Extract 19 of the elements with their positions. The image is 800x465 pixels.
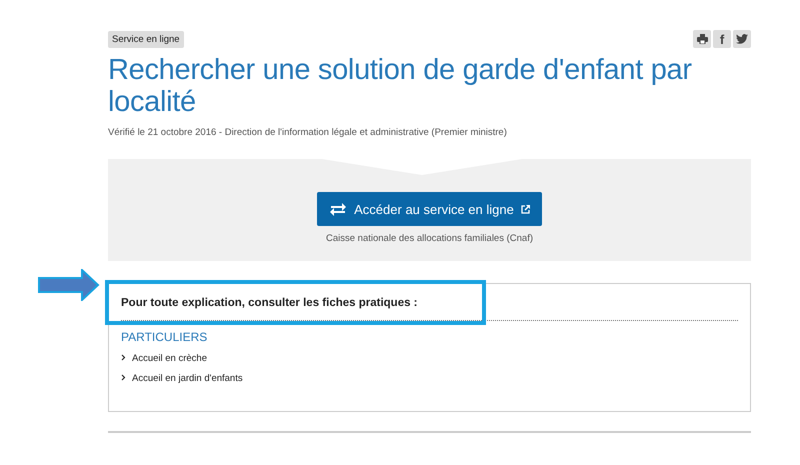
- share-button[interactable]: f: [713, 30, 731, 48]
- printer-icon: [696, 34, 708, 44]
- provider-caption: Caisse nationale des allocations familiales (Cnaf): [326, 233, 533, 244]
- sheet-link[interactable]: Accueil en crèche: [121, 353, 738, 364]
- service-tag: Service en ligne: [108, 30, 184, 48]
- share-button[interactable]: [733, 30, 751, 48]
- pointer-arrow-icon: [38, 269, 100, 301]
- verified-note: Vérifié le 21 octobre 2016 - Direction de l'information légale et administrative (Premier ministre): [108, 127, 508, 138]
- page-title: Rechercher une solution de garde d'enfant par localité: [108, 54, 693, 118]
- bird-icon: [736, 34, 748, 44]
- chevron-icon: [121, 374, 126, 381]
- card-heading: Pour toute explication, consulter les fiches pratiques :: [121, 297, 419, 309]
- print-button[interactable]: [693, 30, 711, 48]
- swap-arrows-icon: [329, 202, 348, 216]
- external-link-icon: [520, 204, 530, 214]
- sheet-link[interactable]: Accueil en jardin d'enfants: [121, 373, 738, 384]
- chevron-icon: [121, 354, 126, 361]
- online-service-button[interactable]: Accéder au service en ligne: [317, 192, 542, 226]
- section-heading: PARTICULIERS: [121, 330, 208, 344]
